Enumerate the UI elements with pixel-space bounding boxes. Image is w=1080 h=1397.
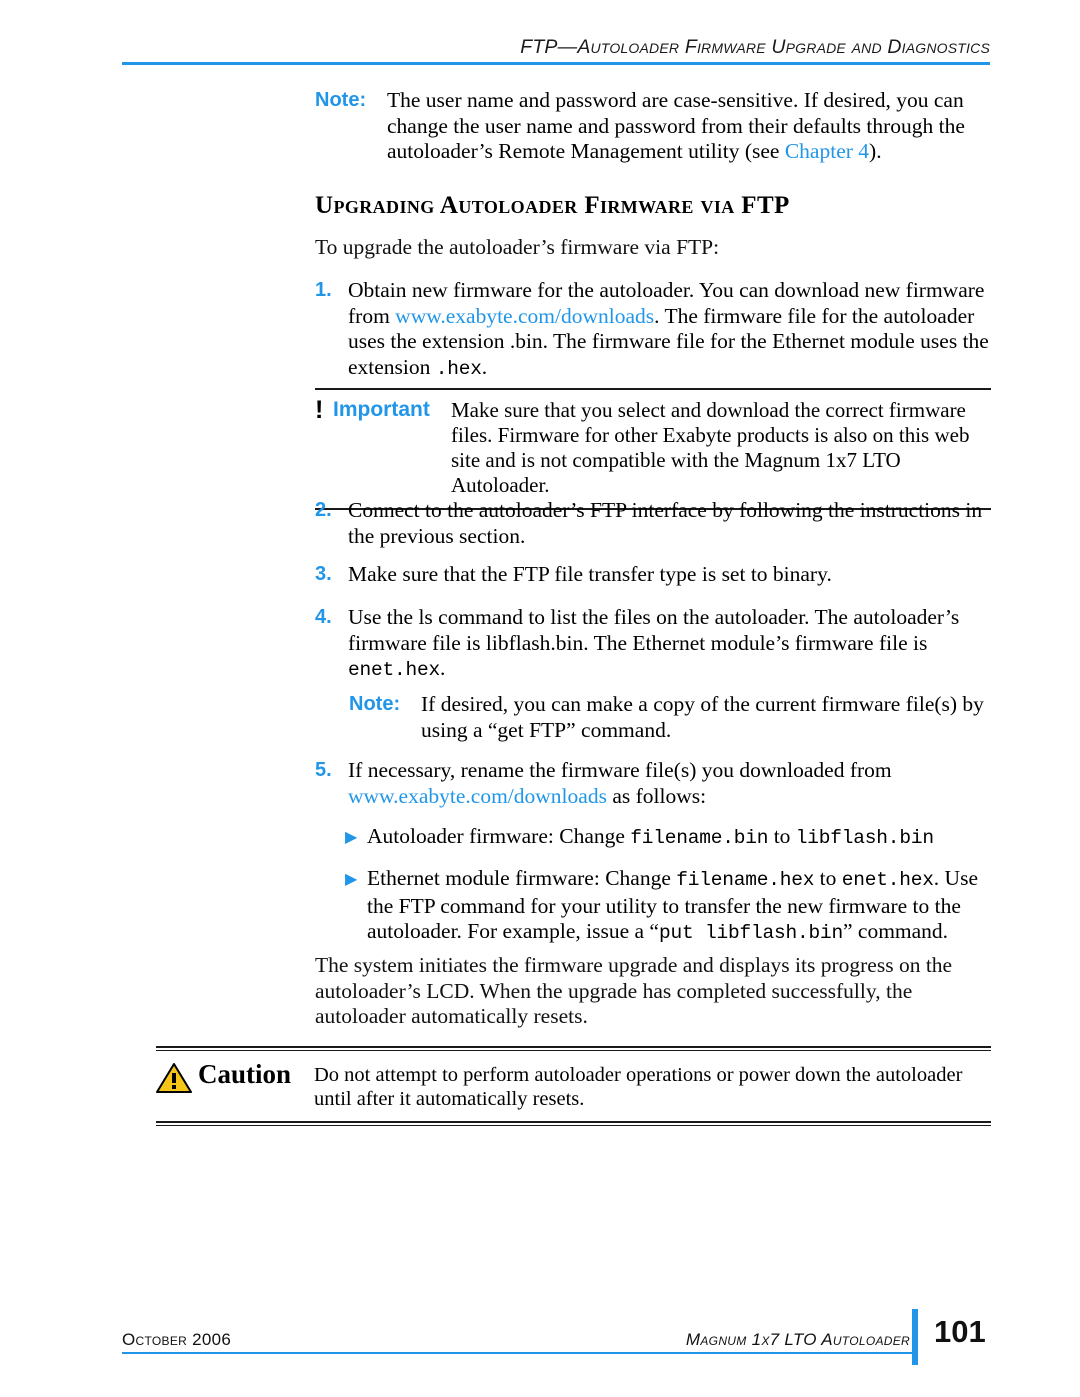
step-item-4: 4. Use the ls command to list the files … — [315, 605, 991, 684]
footer-accent-bar — [912, 1309, 918, 1365]
caution-content: Caution Do not attempt to perform autolo… — [156, 1051, 991, 1121]
step-number: 1. — [315, 279, 332, 301]
step-number: 2. — [315, 499, 332, 521]
caution-text: Do not attempt to perform autoloader ope… — [314, 1064, 963, 1110]
section-intro-paragraph: To upgrade the autoloader’s firmware via… — [315, 235, 720, 259]
triangle-bullet-icon: ▶ — [345, 871, 358, 888]
step-text: If necessary, rename the firmware file(s… — [348, 758, 991, 809]
b1-mono-libflashbin: libflash.bin — [795, 827, 934, 849]
footer-product: Magnum 1x7 LTO Autoloader — [685, 1330, 910, 1349]
step-item-3: 3. Make sure that the FTP file transfer … — [315, 562, 991, 588]
list-item-bullet-1: ▶ Autoloader firmware: Change filename.b… — [345, 824, 991, 852]
step-item-5: 5. If necessary, rename the firmware fil… — [315, 758, 991, 809]
document-page: FTP—Autoloader Firmware Upgrade and Diag… — [0, 0, 1080, 1397]
header-rule — [122, 62, 990, 65]
list-item-bullet-2: ▶ Ethernet module firmware: Change filen… — [345, 866, 991, 947]
important-label: Important — [333, 398, 430, 421]
caution-rule-bottom-thin — [156, 1125, 991, 1126]
step-item-1: 1. Obtain new firmware for the autoloade… — [315, 278, 991, 382]
caution-rule-top — [156, 1046, 991, 1048]
b2-part2: to — [814, 866, 842, 890]
footer-row: October 2006 Magnum 1x7 LTO Autoloader — [122, 1330, 990, 1352]
step-text: Use the ls command to list the files on … — [348, 605, 991, 684]
important-admonition: ! Important Make sure that you select an… — [315, 388, 991, 510]
step4-mono-enet: enet.hex — [348, 659, 441, 681]
warning-triangle-icon — [156, 1059, 198, 1099]
page-footer: October 2006 Magnum 1x7 LTO Autoloader — [122, 1330, 990, 1354]
step-text: Obtain new firmware for the autoloader. … — [348, 278, 991, 382]
note-label: Note: — [315, 89, 367, 111]
note-text-part2: ). — [869, 139, 882, 163]
section-heading: Upgrading Autoloader Firmware via FTP — [315, 192, 790, 219]
running-head: FTP—Autoloader Firmware Upgrade and Diag… — [520, 36, 990, 58]
caution-label: Caution — [198, 1059, 292, 1089]
step-text: Make sure that the FTP file transfer typ… — [348, 562, 832, 586]
footer-date: October 2006 — [122, 1330, 232, 1349]
downloads-link[interactable]: www.exabyte.com/downloads — [395, 304, 654, 328]
note-text: If desired, you can make a copy of the c… — [421, 692, 984, 742]
b2-mono-enethex: enet.hex — [841, 869, 934, 891]
step5-part1: If necessary, rename the firmware file(s… — [348, 758, 892, 782]
step4-part1: Use the ls command to list the files on … — [348, 605, 960, 655]
triangle-bullet-icon: ▶ — [345, 829, 358, 846]
downloads-link[interactable]: www.exabyte.com/downloads — [348, 784, 607, 808]
step1-mono-hex: .hex — [435, 357, 482, 380]
note-text: The user name and password are case-sens… — [387, 88, 991, 165]
b2-part1: Ethernet module firmware: Change — [367, 866, 677, 890]
b2-part4: ” command. — [842, 919, 949, 943]
step5-part2: as follows: — [606, 783, 707, 808]
note-label: Note: — [349, 693, 401, 715]
step-item-2: 2. Connect to the autoloader’s FTP inter… — [315, 498, 991, 549]
note-block-top: Note: The user name and password are cas… — [315, 88, 991, 165]
chapter-link[interactable]: Chapter 4 — [785, 139, 869, 163]
step1-part3: . — [481, 354, 488, 379]
b1-part2: to — [768, 824, 796, 848]
closing-paragraph: The system initiates the firmware upgrad… — [315, 953, 953, 1028]
b2-mono-filenamehex: filename.hex — [676, 869, 815, 891]
step-number: 3. — [315, 563, 332, 585]
page-number: 101 — [934, 1314, 986, 1349]
important-content: ! Important Make sure that you select an… — [315, 390, 991, 508]
bullet-text: Ethernet module firmware: Change filenam… — [367, 866, 991, 947]
caution-admonition: Caution Do not attempt to perform autolo… — [156, 1046, 991, 1126]
exclamation-icon: ! — [315, 396, 324, 424]
b1-mono-filenamebin: filename.bin — [630, 827, 769, 849]
b1-part1: Autoloader firmware: Change — [367, 824, 631, 848]
b2-mono-putcmd: put libflash.bin — [658, 922, 843, 944]
step-number: 4. — [315, 606, 332, 628]
step4-part2: . — [440, 656, 446, 680]
step-number: 5. — [315, 759, 332, 781]
note-block-step4: Note: If desired, you can make a copy of… — [349, 692, 991, 743]
bullet-text: Autoloader firmware: Change filename.bin… — [367, 824, 934, 852]
caution-rule-bottom — [156, 1121, 991, 1123]
page-header: FTP—Autoloader Firmware Upgrade and Diag… — [122, 36, 990, 65]
step-text: Connect to the autoloader’s FTP interfac… — [348, 498, 983, 548]
important-text: Make sure that you select and download t… — [451, 398, 970, 497]
footer-rule — [122, 1352, 912, 1354]
